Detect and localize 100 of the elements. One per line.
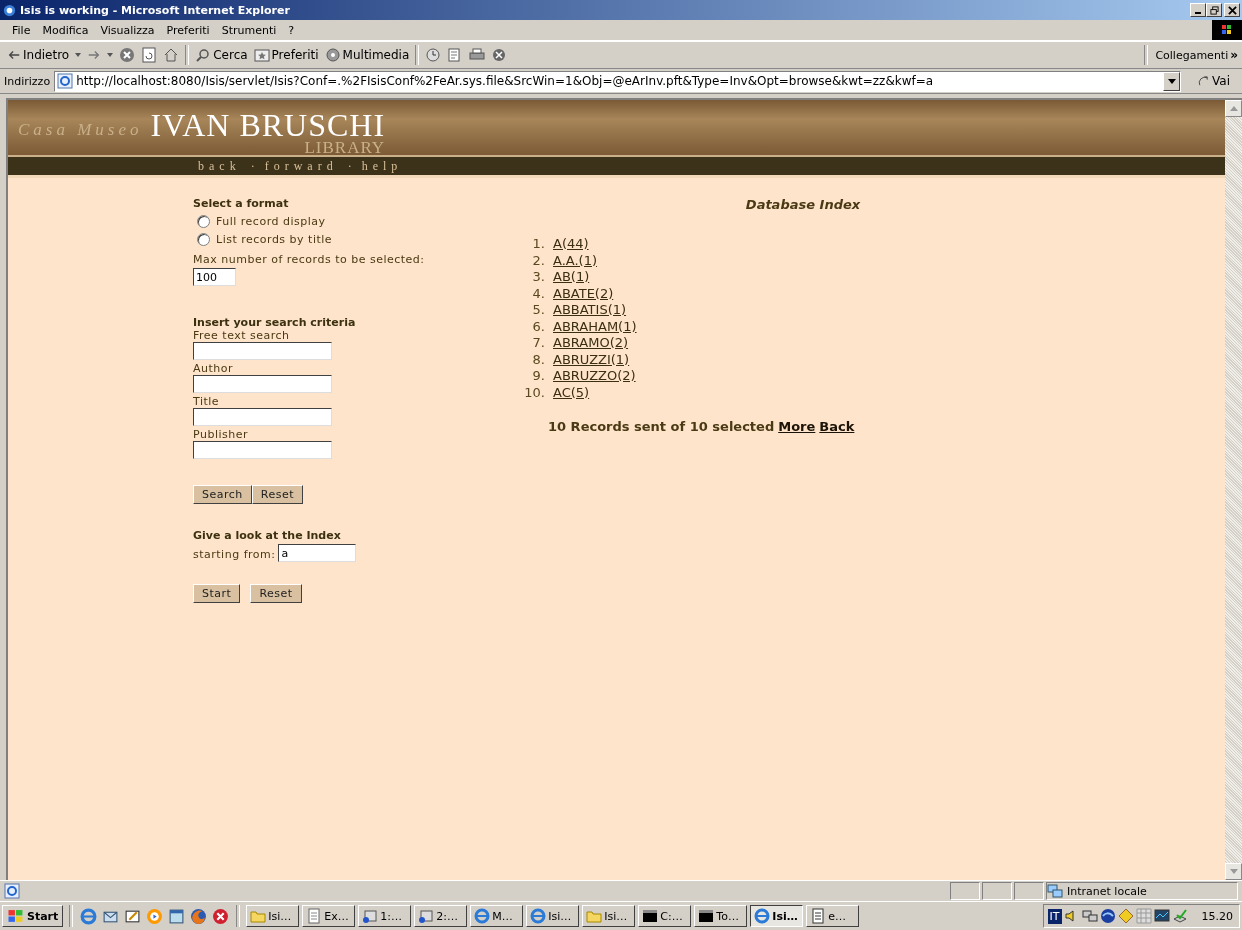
scrollbar[interactable] <box>1225 100 1242 880</box>
close-button[interactable] <box>1224 3 1240 17</box>
globe-icon[interactable] <box>1099 908 1116 924</box>
taskbar-button[interactable]: Isi… <box>526 905 580 927</box>
library-title: IVAN BRUSCHI <box>150 110 386 140</box>
menu-item[interactable]: File <box>6 23 37 37</box>
folder-icon <box>250 908 267 924</box>
search-icon <box>195 47 212 63</box>
index-term-link[interactable]: A.A.(1) <box>553 252 597 269</box>
taskbar-button[interactable]: Isi… <box>750 905 804 927</box>
radio-button[interactable] <box>197 233 210 246</box>
input-field[interactable] <box>193 441 332 459</box>
go-button[interactable]: Vai <box>1185 74 1238 88</box>
network-icon[interactable] <box>1081 908 1098 924</box>
monitor-icon[interactable] <box>1153 908 1170 924</box>
taskbar-button[interactable]: C:… <box>638 905 692 927</box>
taskbar-button[interactable]: e… <box>806 905 860 927</box>
list-number: 4. <box>531 285 545 302</box>
nav-link[interactable]: back <box>192 158 247 174</box>
caret-icon <box>75 53 82 57</box>
index-term-link[interactable]: ABRAMO(2) <box>553 335 629 352</box>
address-label: Indirizzo <box>4 74 51 88</box>
results-title: Database Index <box>745 197 861 212</box>
summary-link[interactable]: More <box>778 419 816 434</box>
taskbar-button[interactable]: 1:… <box>358 905 412 927</box>
links-label[interactable]: Collegamenti <box>1151 48 1231 62</box>
form-button[interactable]: Reset <box>250 584 302 603</box>
index-term-link[interactable]: ABATE(2) <box>553 285 614 302</box>
printer-icon <box>469 47 486 63</box>
taskbar-button[interactable]: Ex… <box>302 905 356 927</box>
input-field[interactable] <box>193 342 332 360</box>
index-term-link[interactable]: ABRUZZI(1) <box>553 351 630 368</box>
form-button[interactable]: Start <box>193 584 241 603</box>
page-status-icon <box>4 883 20 899</box>
page-icon <box>57 73 74 89</box>
document-icon <box>306 908 323 924</box>
taskbar-button[interactable]: Isi… <box>246 905 300 927</box>
list-number: 10. <box>523 384 545 401</box>
taskbar-button[interactable]: Isi… <box>582 905 636 927</box>
input-field[interactable]: 100 <box>193 268 236 286</box>
taskbar-button[interactable]: 2:… <box>414 905 468 927</box>
index-term-link[interactable]: A(44) <box>553 236 589 253</box>
summary-link[interactable]: Back <box>819 419 855 434</box>
back-toolbar-button[interactable]: Indietro <box>4 44 73 66</box>
nav-link[interactable]: forward <box>258 158 344 174</box>
window-title: Isis is working - Microsoft Internet Explorer <box>20 3 291 17</box>
windows-logo-icon <box>7 908 25 924</box>
menu-item[interactable]: Modifica <box>36 23 95 37</box>
index-term-link[interactable]: ABRUZZO(2) <box>553 368 636 385</box>
dropdown-button[interactable] <box>1163 71 1181 91</box>
taskbar-button[interactable]: M… <box>470 905 524 927</box>
minimize-button[interactable] <box>1190 3 1206 17</box>
scroll-down-button[interactable] <box>1225 863 1242 880</box>
input-field[interactable]: a <box>278 544 357 562</box>
list-number: 9. <box>531 368 545 385</box>
right-arrow-icon <box>87 48 102 62</box>
minimize-icon <box>1195 12 1201 14</box>
list-number: 7. <box>531 335 545 352</box>
field-label: Title <box>193 395 220 408</box>
chevron-button[interactable]: » <box>1230 48 1242 62</box>
browser-icon[interactable] <box>80 907 98 925</box>
taskbar-button[interactable]: To… <box>694 905 748 927</box>
browser-icon <box>2 2 17 18</box>
restore-button[interactable] <box>1206 3 1222 17</box>
search-toolbar-button[interactable]: Cerca <box>192 44 251 66</box>
zone-label: Intranet locale <box>1067 884 1147 898</box>
input-field[interactable] <box>193 375 332 393</box>
fox-globe-icon[interactable] <box>190 907 208 925</box>
window-icon[interactable] <box>168 907 186 925</box>
field-label: Max number of records to be selected: <box>193 253 425 266</box>
input-field[interactable] <box>193 408 332 426</box>
list-number: 1. <box>531 236 545 253</box>
index-term-link[interactable]: ABRAHAM(1) <box>553 318 637 335</box>
radio-button[interactable] <box>197 215 210 228</box>
browser-icon <box>474 908 491 924</box>
diamond-icon[interactable] <box>1117 908 1134 924</box>
nav-link[interactable]: help <box>355 158 409 174</box>
index-term-link[interactable]: AB(1) <box>553 269 590 286</box>
favorites-toolbar-button[interactable]: Preferiti <box>250 44 322 66</box>
menu-item[interactable]: Visualizza <box>94 23 161 37</box>
form-button[interactable]: Search <box>193 485 252 504</box>
scroll-up-button[interactable] <box>1225 100 1242 117</box>
menu-item[interactable]: Preferiti <box>160 23 216 37</box>
museum-label: Casa Museo <box>18 120 143 140</box>
start-button[interactable]: Start <box>2 905 64 927</box>
hardware-icon[interactable] <box>1171 908 1188 924</box>
index-term-link[interactable]: ABBATIS(1) <box>553 302 627 319</box>
index-term-link[interactable]: AC(5) <box>553 384 590 401</box>
field-label: Free text search <box>193 329 290 342</box>
address-field[interactable]: http://localhost:8080/Isis/servlet/Isis?Conf=.%2FIsisConf%2FeAr.sys.file&SrcWin=1&Obj=@eArInv.pft&Type=Inv&Opt=browse&kwt=zz&kwf=a <box>54 70 1182 92</box>
close-circle-icon[interactable] <box>212 907 230 925</box>
menu-item[interactable]: ? <box>282 23 301 37</box>
list-number: 6. <box>531 318 545 335</box>
menu-item[interactable]: Strumenti <box>215 23 283 37</box>
media-toolbar-button[interactable]: Multimedia <box>321 44 413 66</box>
list-number: 2. <box>531 252 545 269</box>
field-label: starting from: <box>193 547 276 561</box>
language-indicator[interactable]: IT <box>1047 908 1062 924</box>
folder-icon <box>586 908 603 924</box>
form-button[interactable]: Reset <box>251 485 304 504</box>
